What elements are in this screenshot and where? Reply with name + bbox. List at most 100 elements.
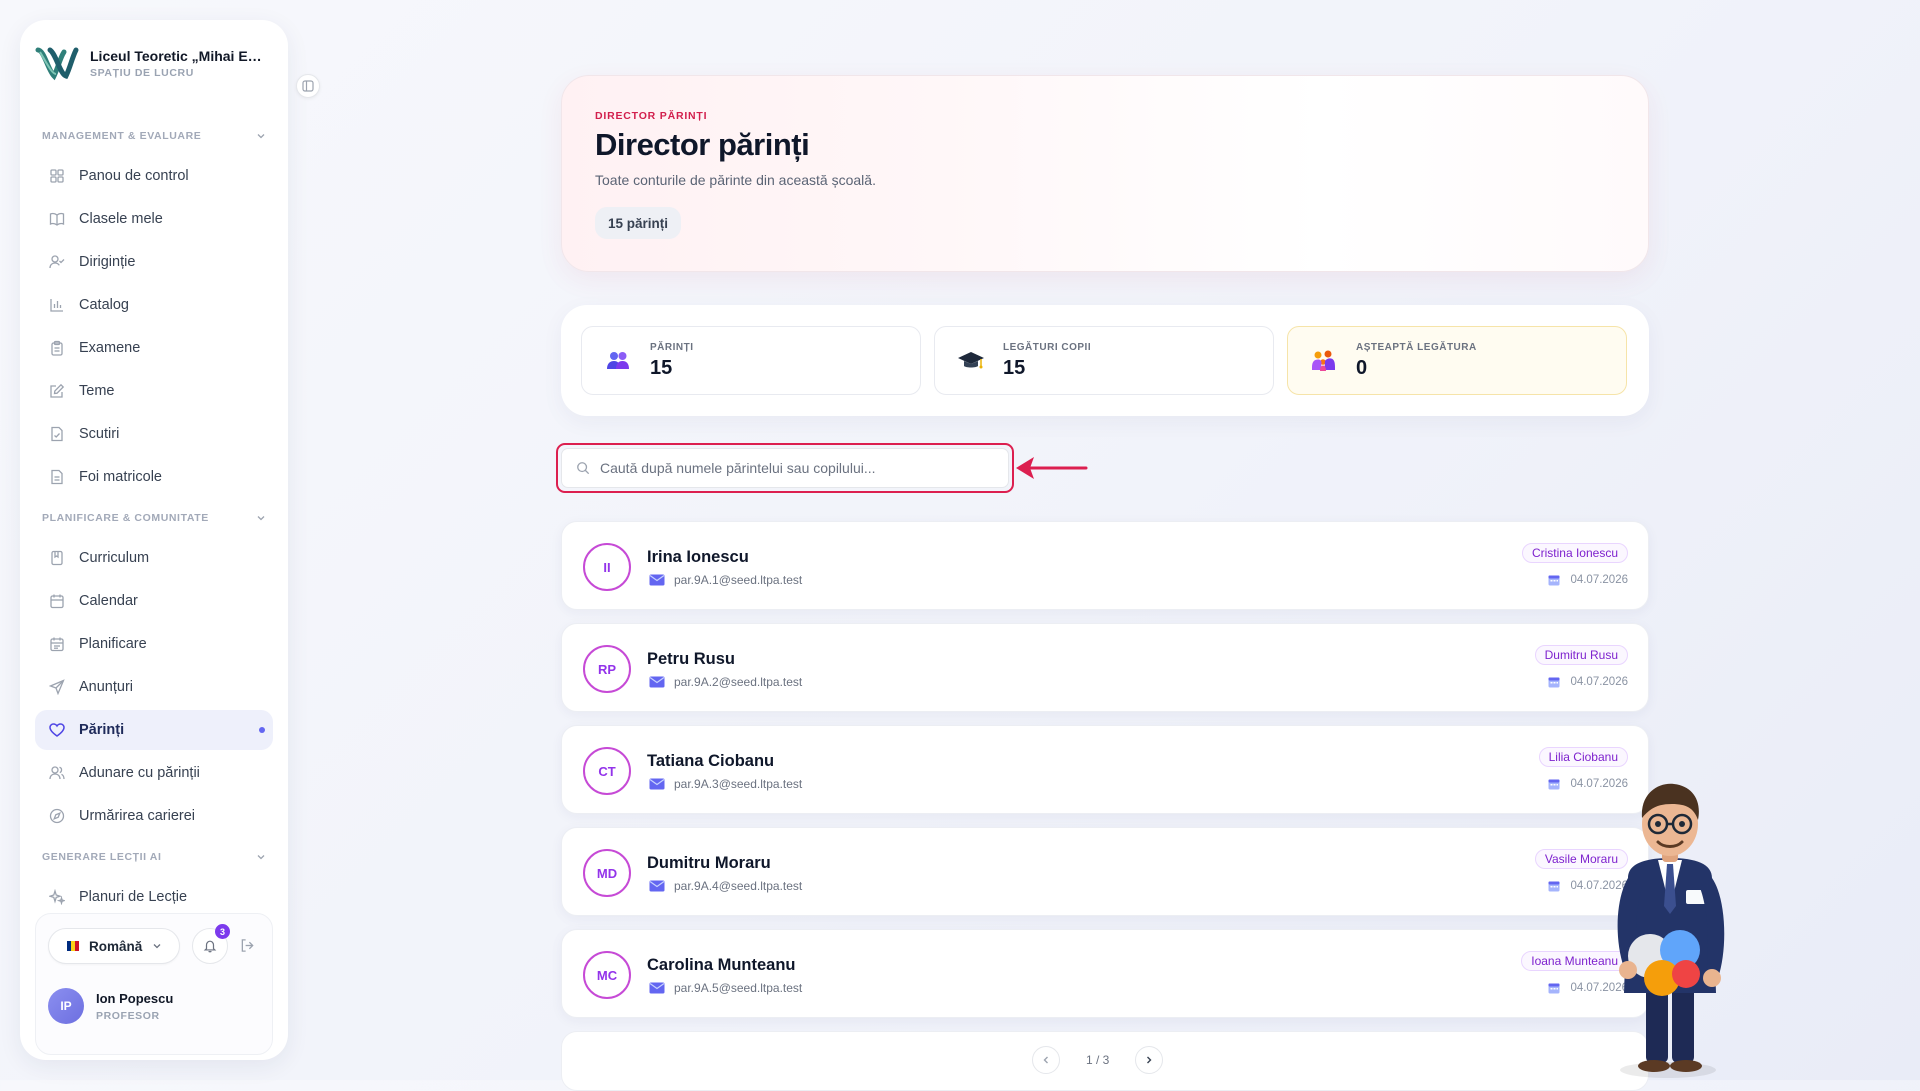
parent-name: Carolina Munteanu — [647, 956, 796, 974]
user-role: PROFESOR — [96, 1009, 160, 1022]
school-name: Liceul Teoretic „Mihai Eminescu” — [90, 47, 270, 64]
parent-name: Petru Rusu — [647, 650, 736, 668]
sidebar-item-label: Calendar — [79, 593, 138, 609]
stat-value: 15 — [650, 356, 673, 379]
next-page-button[interactable] — [1135, 1046, 1164, 1074]
date-text: 04.07.2026 — [1570, 676, 1628, 688]
users-icon — [49, 766, 65, 780]
avatar: CT — [583, 747, 631, 795]
child-badge[interactable]: Lilia Ciobanu — [1538, 747, 1628, 767]
parent-card[interactable]: MC Carolina Munteanu par.9A.5@seed.ltpa.… — [561, 929, 1649, 1018]
mail-icon — [649, 778, 665, 790]
file-text-icon — [51, 469, 63, 485]
sidebar-item-label: Anunțuri — [79, 679, 134, 695]
collapse-sidebar-button[interactable] — [296, 74, 320, 98]
child-badge[interactable]: Cristina Ionescu — [1521, 543, 1628, 563]
language-label: Română — [89, 938, 143, 954]
parent-card[interactable]: CT Tatiana Ciobanu par.9A.3@seed.ltpa.te… — [561, 725, 1649, 814]
avatar: MC — [583, 951, 631, 999]
family-icon — [1312, 350, 1335, 371]
sidebar-item-foi-matricole[interactable]: Foi matricole — [35, 457, 273, 497]
calendar-icon — [1548, 983, 1560, 994]
sidebar-item-label: Panou de control — [79, 168, 189, 184]
section-title: GENERARE LECȚII AI — [42, 851, 162, 863]
sidebar-item-adunare-cu-parintii[interactable]: Adunare cu părinții — [35, 753, 273, 793]
page-title: Director părinți — [595, 127, 810, 162]
section-management[interactable]: MANAGEMENT & EVALUARE — [20, 118, 288, 154]
sidebar-item-clasele-mele[interactable]: Clasele mele — [35, 199, 273, 239]
previous-page-button[interactable] — [1032, 1046, 1060, 1074]
sidebar-nav[interactable]: MANAGEMENT & EVALUARE Panou de control C… — [20, 118, 288, 918]
email-text: par.9A.4@seed.ltpa.test — [674, 879, 803, 893]
page-eyebrow: DIRECTOR PĂRINȚI — [595, 110, 708, 122]
sidebar-item-label: Curriculum — [79, 550, 150, 566]
brand[interactable]: Liceul Teoretic „Mihai Eminescu” SPAȚIU … — [34, 40, 274, 86]
chevron-down-icon — [257, 516, 265, 521]
stat-label: LEGĂTURI COPII — [1003, 341, 1092, 353]
calendar-icon — [1548, 575, 1560, 586]
bookmark-icon — [51, 550, 63, 566]
parent-email: par.9A.2@seed.ltpa.test — [649, 675, 802, 689]
romania-flag-icon — [67, 941, 79, 951]
logout-icon[interactable] — [240, 938, 255, 953]
heart-icon — [49, 723, 65, 737]
sidebar-item-dirigintie[interactable]: Dirigin​ție — [35, 242, 273, 282]
sidebar-item-examene[interactable]: Examene — [35, 328, 273, 368]
sidebar-item-parinti[interactable]: Părinți — [35, 710, 273, 750]
email-text: par.9A.5@seed.ltpa.test — [674, 981, 803, 995]
sidebar-item-teme[interactable]: Teme — [35, 371, 273, 411]
edit-icon — [50, 383, 65, 398]
section-generare-lectii[interactable]: GENERARE LECȚII AI — [20, 839, 288, 875]
parent-name: Dumitru Moraru — [647, 854, 771, 872]
parent-email: par.9A.3@seed.ltpa.test — [649, 777, 802, 791]
sidebar: Liceul Teoretic „Mihai Eminescu” SPAȚIU … — [20, 20, 320, 1060]
sidebar-item-catalog[interactable]: Catalog — [35, 285, 273, 325]
sidebar-item-label: Foi matricole — [79, 469, 162, 485]
sidebar-item-planificare[interactable]: Planificare — [35, 624, 273, 664]
compass-icon — [49, 808, 65, 824]
grid-icon — [50, 169, 64, 183]
sidebar-item-anunturi[interactable]: Anunțuri — [35, 667, 273, 707]
sidebar-footer: Română 3 IP Ion Popescu PROFESOR — [35, 913, 273, 1055]
calendar-icon — [1548, 779, 1560, 790]
parent-card[interactable]: MD Dumitru Moraru par.9A.4@seed.ltpa.tes… — [561, 827, 1649, 916]
parent-card[interactable]: RP Petru Rusu par.9A.2@seed.ltpa.test Du… — [561, 623, 1649, 712]
pagination: 1 / 3 — [1032, 1046, 1164, 1074]
sidebar-item-label: Urmărirea carierei — [79, 808, 196, 824]
graduation-cap-icon — [958, 351, 984, 368]
parent-email: par.9A.5@seed.ltpa.test — [649, 981, 802, 995]
sidebar-item-label: Clasele mele — [79, 211, 163, 227]
notifications-button[interactable]: 3 — [192, 924, 230, 964]
chevron-left-icon — [1043, 1056, 1048, 1064]
email-text: par.9A.3@seed.ltpa.test — [674, 777, 803, 791]
sidebar-item-calendar[interactable]: Calendar — [35, 581, 273, 621]
child-badge[interactable]: Dumitru Rusu — [1534, 645, 1628, 665]
sidebar-item-label: Catalog — [79, 297, 129, 313]
search-highlight-frame — [556, 443, 1014, 493]
calendar-icon — [1548, 677, 1560, 688]
user-profile[interactable]: IP Ion Popescu PROFESOR — [48, 988, 173, 1024]
avatar: II — [583, 543, 631, 591]
sidebar-item-planuri-de-lectie[interactable]: Planuri de Lecție — [35, 877, 273, 917]
calendar-icon — [1548, 881, 1560, 892]
sidebar-item-scutiri[interactable]: Scutiri — [35, 414, 273, 454]
language-selector[interactable]: Română — [48, 928, 180, 964]
section-planificare[interactable]: PLANIFICARE & COMUNITATE — [20, 500, 288, 536]
section-title: MANAGEMENT & EVALUARE — [42, 130, 202, 142]
sidebar-item-urmarirea-carierei[interactable]: Urmărirea carierei — [35, 796, 273, 836]
sidebar-item-panou-de-control[interactable]: Panou de control — [35, 156, 273, 196]
page-header-card: DIRECTOR PĂRINȚI Director părinți Toate … — [561, 75, 1649, 272]
parent-card[interactable]: II Irina Ionescu par.9A.1@seed.ltpa.test… — [561, 521, 1649, 610]
bell-icon — [203, 940, 217, 953]
chevron-down-icon — [257, 134, 265, 139]
sparkles-icon — [49, 889, 65, 905]
sidebar-item-curriculum[interactable]: Curriculum — [35, 538, 273, 578]
workspace-label: SPAȚIU DE LUCRU — [90, 66, 194, 79]
search-input[interactable] — [600, 460, 970, 476]
search-field[interactable] — [561, 448, 1009, 488]
sidebar-item-label: Teme — [79, 383, 115, 399]
date-label: 04.07.2026 — [1548, 676, 1628, 688]
date-label: 04.07.2026 — [1548, 574, 1628, 586]
send-icon — [49, 679, 65, 695]
stat-card-child-links: LEGĂTURI COPII 15 — [934, 326, 1274, 395]
